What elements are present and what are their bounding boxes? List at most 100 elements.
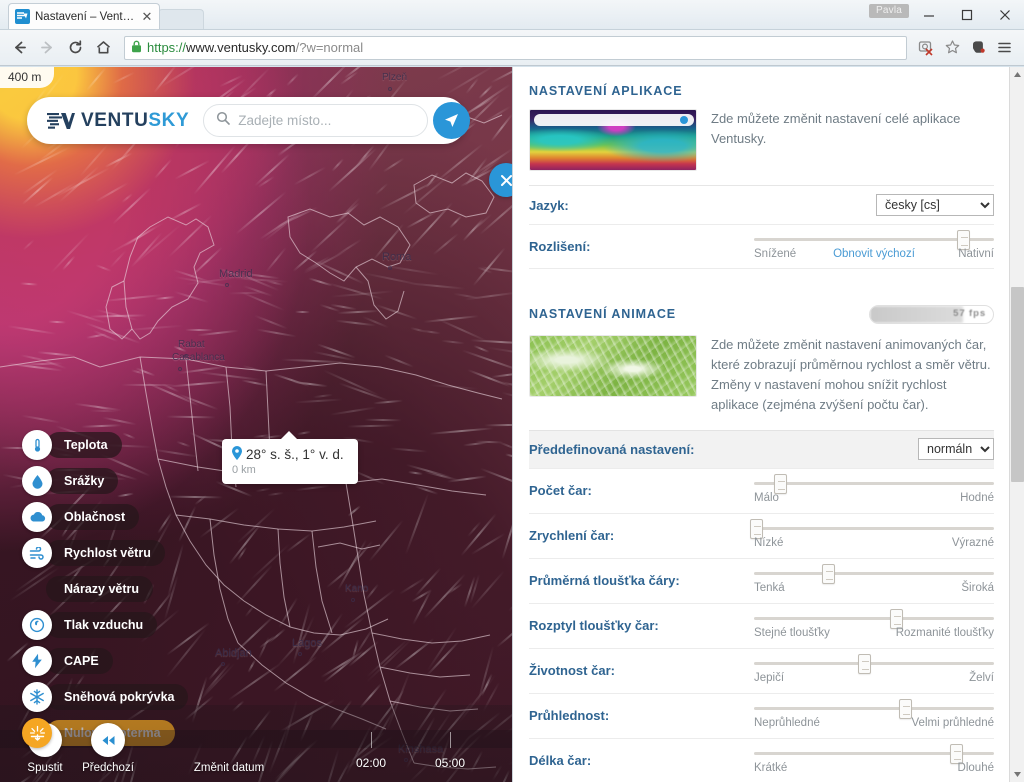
slider[interactable]: Jepičí Želví bbox=[754, 651, 994, 690]
map-layer-tlak-vzduchu[interactable]: Tlak vzduchu bbox=[22, 610, 188, 640]
scroll-down-arrow-icon[interactable] bbox=[1010, 767, 1024, 782]
ventusky-logo-mark bbox=[47, 112, 75, 129]
animation-preview-thumbnail[interactable] bbox=[529, 335, 697, 397]
slider-knob[interactable] bbox=[822, 564, 836, 585]
slider-range-labels: Neprůhledné Velmi průhledné bbox=[754, 717, 994, 729]
animation-slider-label: Rozptyl tloušťky čar: bbox=[529, 618, 659, 634]
slider-track[interactable] bbox=[754, 572, 994, 576]
slider-knob[interactable] bbox=[774, 474, 788, 495]
slider[interactable]: Neprůhledné Velmi průhledné bbox=[754, 696, 994, 735]
slider-knob[interactable] bbox=[858, 654, 872, 675]
slider-track[interactable] bbox=[754, 662, 994, 666]
map-layer-obla-nost[interactable]: Oblačnost bbox=[22, 502, 188, 532]
slider-track[interactable] bbox=[754, 617, 994, 621]
home-icon[interactable] bbox=[90, 35, 116, 61]
map-scale-indicator: 400 m bbox=[0, 67, 55, 88]
hamburger-menu-icon[interactable] bbox=[993, 36, 1015, 60]
map-layer-label: CAPE bbox=[46, 648, 113, 674]
new-tab-button[interactable] bbox=[158, 9, 204, 29]
preset-select[interactable]: normálnírychlépomalévlastní bbox=[918, 438, 994, 461]
maximize-button[interactable] bbox=[948, 0, 986, 30]
language-row: Jazyk: česky [cs]english [en]deutsch [de… bbox=[529, 186, 994, 225]
close-window-button[interactable] bbox=[986, 0, 1024, 30]
url-path: /?w=normal bbox=[295, 40, 364, 55]
browser-titlebar: Nastavení – VentuSky ✕ Pavla bbox=[0, 0, 1024, 30]
slider-knob[interactable] bbox=[949, 744, 963, 765]
animation-slider-control: Tenká Široká bbox=[751, 561, 994, 600]
back-arrow-icon[interactable] bbox=[6, 35, 32, 61]
scrollbar-thumb[interactable] bbox=[1011, 287, 1024, 482]
previous-label: Předchozí bbox=[82, 762, 134, 774]
slider[interactable]: Málo Hodné bbox=[754, 471, 994, 510]
slider-track[interactable] bbox=[754, 482, 994, 486]
slider-max-label: Výrazné bbox=[951, 537, 994, 550]
preset-label: Předdefinovaná nastavení: bbox=[529, 441, 695, 457]
animation-slider-label: Počet čar: bbox=[529, 483, 592, 499]
ventusky-favicon bbox=[15, 9, 30, 24]
resolution-slider[interactable]: Snížené Nativní Obnovit výchozí bbox=[754, 227, 994, 266]
city-marker-dot bbox=[225, 283, 229, 287]
rewind-icon[interactable] bbox=[91, 723, 125, 757]
slider[interactable]: Nízké Výrazné bbox=[750, 516, 994, 555]
logo-text-secondary: SKY bbox=[148, 109, 190, 131]
slider-knob[interactable] bbox=[956, 230, 970, 250]
slider[interactable]: Krátké Dlouhé bbox=[754, 741, 994, 780]
slider-min-label: Neprůhledné bbox=[754, 717, 820, 730]
slider-max-label: Široká bbox=[961, 582, 994, 595]
map-layer-teplota[interactable]: Teplota bbox=[22, 430, 188, 460]
map-layer-sr-ky[interactable]: Srážky bbox=[22, 466, 188, 496]
map-layer-n-razy-v-tru[interactable]: Nárazy větru bbox=[22, 574, 188, 604]
previous-button[interactable]: Předchozí bbox=[78, 723, 138, 774]
ventusky-logo[interactable]: VENTUSKY bbox=[47, 110, 189, 132]
forward-arrow-icon[interactable] bbox=[34, 35, 60, 61]
wind-icon bbox=[22, 538, 52, 568]
address-bar[interactable]: https:// www.ventusky.com /?w=normal bbox=[124, 35, 907, 60]
search-input[interactable] bbox=[238, 113, 416, 128]
slider-max-label: Velmi průhledné bbox=[911, 717, 994, 730]
animation-slider-row: Průměrná tloušťka čáry: Tenká Široká bbox=[529, 559, 994, 604]
city-marker-dot bbox=[351, 598, 355, 602]
map-layer-cape[interactable]: CAPE bbox=[22, 646, 188, 676]
timeline-band[interactable] bbox=[0, 730, 512, 748]
city-marker-dot bbox=[178, 367, 182, 371]
browser-tab[interactable]: Nastavení – VentuSky ✕ bbox=[8, 3, 160, 29]
slider[interactable]: Tenká Široká bbox=[754, 561, 994, 600]
url-scheme: https:// bbox=[147, 40, 187, 55]
language-select[interactable]: česky [cs]english [en]deutsch [de]sloven… bbox=[876, 194, 994, 216]
preset-row: Předdefinovaná nastavení: normálnírychlé… bbox=[529, 429, 994, 469]
language-control: česky [cs]english [en]deutsch [de]sloven… bbox=[751, 194, 994, 216]
slider-track[interactable] bbox=[754, 707, 994, 711]
slider-knob[interactable] bbox=[889, 609, 903, 630]
reload-icon[interactable] bbox=[62, 35, 88, 61]
map-layer-rychlost-v-tru[interactable]: Rychlost větru bbox=[22, 538, 188, 568]
search-field-wrapper[interactable] bbox=[203, 104, 429, 137]
slider[interactable]: Stejné tloušťky Rozmanité tloušťky bbox=[754, 606, 994, 645]
slider-knob[interactable] bbox=[750, 519, 764, 540]
city-marker-dot bbox=[388, 266, 392, 270]
map-coordinate-tooltip: 28° s. š., 1° v. d. 0 km bbox=[222, 431, 358, 484]
locate-arrow-icon[interactable] bbox=[433, 102, 471, 139]
animation-settings-heading-row: NASTAVENÍ ANIMACE 57 fps bbox=[529, 269, 994, 335]
evernote-icon[interactable] bbox=[967, 36, 989, 60]
app-preview-row: Zde můžete změnit nastavení celé aplikac… bbox=[529, 109, 994, 171]
change-date-label: Změnit datum bbox=[193, 762, 265, 774]
weather-map[interactable]: Plzeň Madrid Roma Rabat Casablanca Abidjan Lag… bbox=[0, 67, 512, 782]
tab-close-button[interactable]: ✕ bbox=[139, 9, 155, 25]
fps-value: 57 fps bbox=[953, 308, 986, 319]
map-search-bar[interactable]: VENTUSKY bbox=[27, 97, 471, 144]
timeline-tick bbox=[371, 732, 372, 748]
panel-scrollbar[interactable] bbox=[1009, 67, 1024, 782]
slider-track[interactable] bbox=[754, 527, 994, 531]
animation-slider-label: Zrychlení čar: bbox=[529, 528, 615, 544]
profile-name-chip[interactable]: Pavla bbox=[868, 4, 909, 18]
window-controls bbox=[910, 0, 1024, 30]
scroll-up-arrow-icon[interactable] bbox=[1010, 67, 1024, 82]
app-preview-thumbnail[interactable] bbox=[529, 109, 697, 171]
popup-blocked-icon[interactable] bbox=[915, 36, 937, 60]
slider-knob[interactable] bbox=[899, 699, 913, 720]
star-icon[interactable] bbox=[941, 36, 963, 60]
reset-defaults-link[interactable]: Obnovit výchozí bbox=[754, 248, 994, 260]
animation-slider-control: Málo Hodné bbox=[751, 471, 994, 510]
animation-slider-row: Průhlednost: Neprůhledné Velmi průhledné bbox=[529, 694, 994, 739]
minimize-button[interactable] bbox=[910, 0, 948, 30]
